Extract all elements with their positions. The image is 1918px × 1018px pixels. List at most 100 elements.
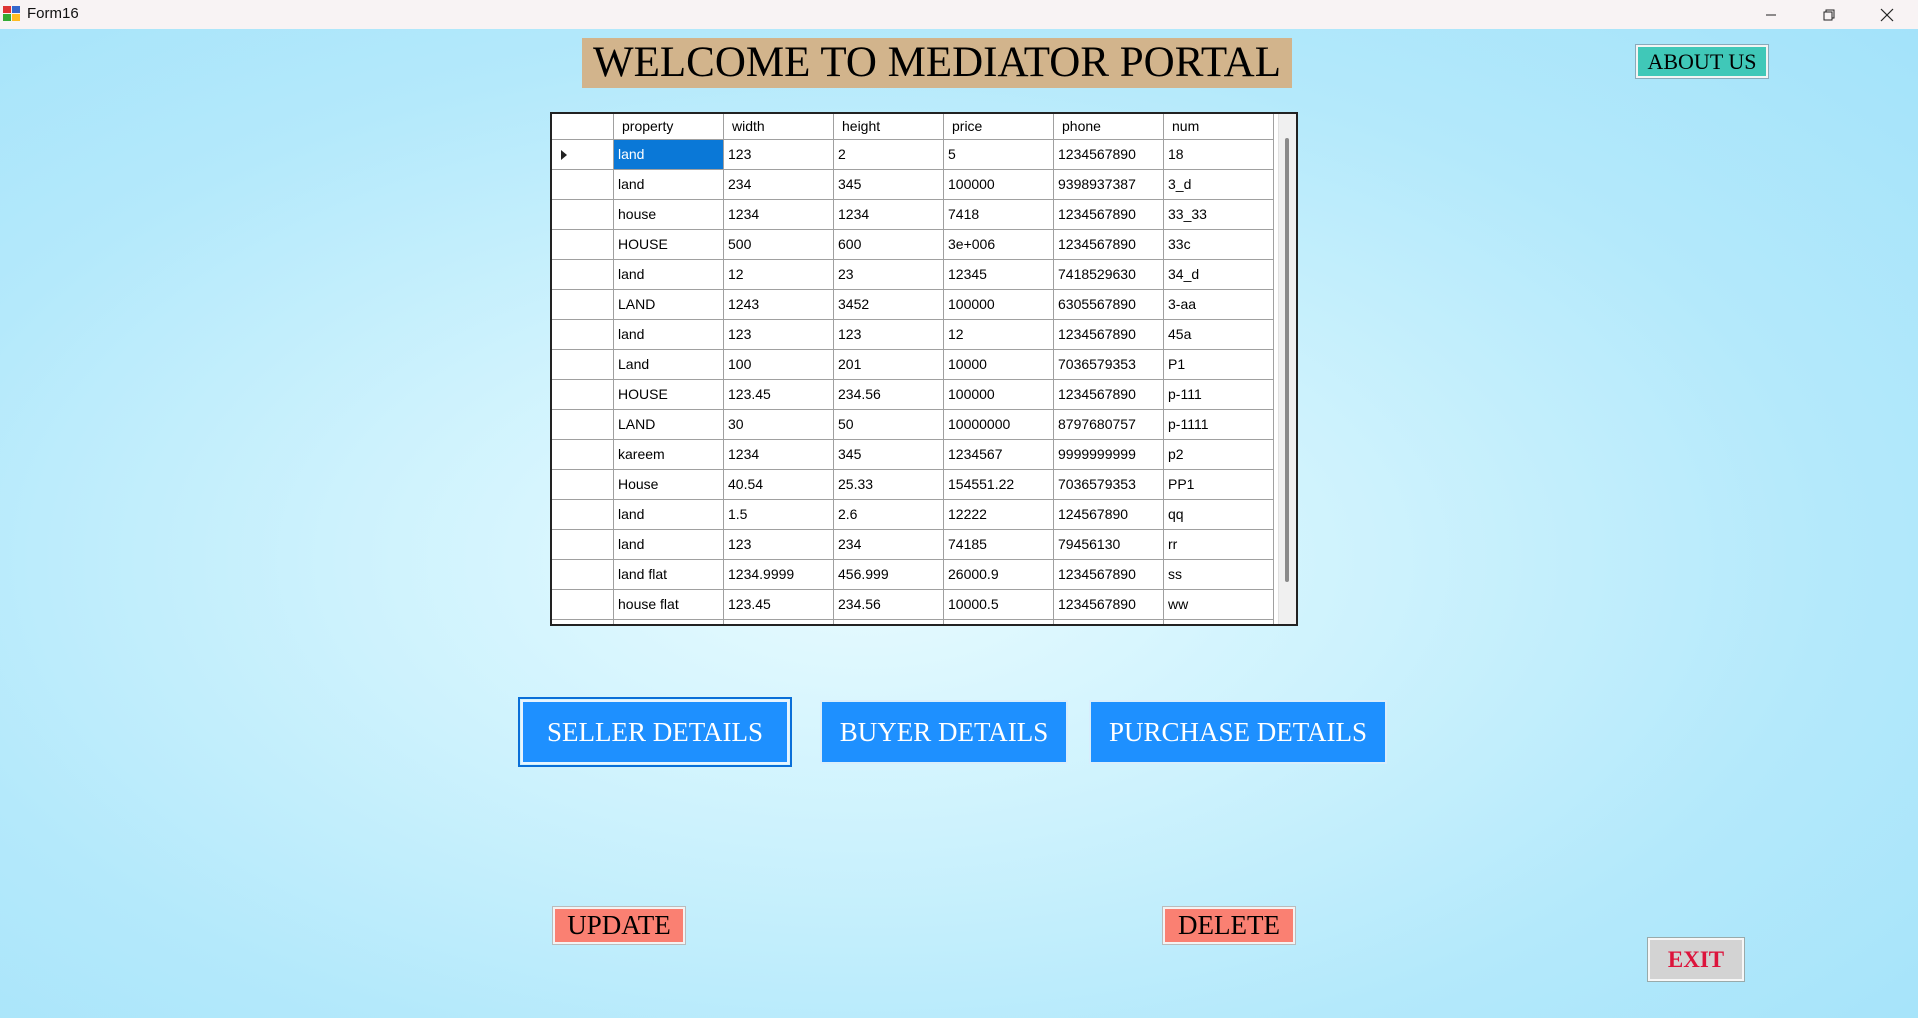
table-cell-phone[interactable]: 1234567890 bbox=[1054, 230, 1164, 260]
row-header[interactable] bbox=[552, 590, 614, 620]
table-cell-width[interactable]: 500 bbox=[724, 230, 834, 260]
table-row[interactable]: land 123 123 12 1234567890 45a bbox=[552, 320, 1278, 350]
table-cell-price[interactable]: 5 bbox=[944, 140, 1054, 170]
table-cell-price[interactable]: 74185 bbox=[944, 530, 1054, 560]
table-cell-height[interactable]: 201 bbox=[834, 350, 944, 380]
table-cell-num[interactable] bbox=[1164, 620, 1274, 624]
table-cell-price[interactable]: 1234567 bbox=[944, 440, 1054, 470]
table-cell-phone[interactable]: 1234567890 bbox=[1054, 380, 1164, 410]
table-cell-num[interactable]: p-111 bbox=[1164, 380, 1274, 410]
table-cell-phone[interactable]: 124567890 bbox=[1054, 500, 1164, 530]
table-cell-price[interactable]: 100000 bbox=[944, 380, 1054, 410]
table-cell-height[interactable]: 234.56 bbox=[834, 380, 944, 410]
table-cell-price[interactable]: 154551.22 bbox=[944, 470, 1054, 500]
row-header[interactable] bbox=[552, 410, 614, 440]
table-cell-property[interactable]: kareem bbox=[614, 440, 724, 470]
table-cell-height[interactable]: 50 bbox=[834, 410, 944, 440]
table-row[interactable]: land 123 234 74185 79456130 rr bbox=[552, 530, 1278, 560]
table-row[interactable]: house flat 123.45 234.56 10000.5 1234567890 w… bbox=[552, 590, 1278, 620]
property-data-grid[interactable]: property width height price phone num la… bbox=[550, 112, 1298, 626]
table-cell-num[interactable]: 3_d bbox=[1164, 170, 1274, 200]
table-cell-num[interactable]: rr bbox=[1164, 530, 1274, 560]
table-cell-property[interactable]: land bbox=[614, 260, 724, 290]
table-cell-height[interactable]: 2 bbox=[834, 140, 944, 170]
table-cell-num[interactable]: 34_d bbox=[1164, 260, 1274, 290]
table-row[interactable]: land 234 345 100000 9398937387 3_d bbox=[552, 170, 1278, 200]
table-cell-width[interactable]: 123 bbox=[724, 320, 834, 350]
table-cell-width[interactable]: 1.5 bbox=[724, 500, 834, 530]
table-cell-width[interactable]: 1234 bbox=[724, 200, 834, 230]
table-row[interactable]: land 12 23 12345 7418529630 34_d bbox=[552, 260, 1278, 290]
table-cell-height[interactable] bbox=[834, 620, 944, 624]
close-button[interactable] bbox=[1858, 0, 1916, 29]
table-cell-num[interactable]: p-1111 bbox=[1164, 410, 1274, 440]
table-cell-phone[interactable]: 1234567890 bbox=[1054, 560, 1164, 590]
table-cell-property[interactable]: land bbox=[614, 170, 724, 200]
column-header-phone[interactable]: phone bbox=[1054, 114, 1164, 140]
grid-vertical-scrollbar[interactable] bbox=[1278, 114, 1296, 624]
table-cell-width[interactable]: 1234 bbox=[724, 440, 834, 470]
table-cell-phone[interactable]: 1234567890 bbox=[1054, 200, 1164, 230]
column-header-num[interactable]: num bbox=[1164, 114, 1274, 140]
table-cell-phone[interactable]: 1234567890 bbox=[1054, 320, 1164, 350]
table-cell-price[interactable] bbox=[944, 620, 1054, 624]
table-cell-num[interactable]: 33_33 bbox=[1164, 200, 1274, 230]
table-cell-height[interactable]: 456.999 bbox=[834, 560, 944, 590]
column-header-height[interactable]: height bbox=[834, 114, 944, 140]
table-cell-width[interactable]: 234 bbox=[724, 170, 834, 200]
table-cell-width[interactable]: 100 bbox=[724, 350, 834, 380]
table-cell-num[interactable]: 45a bbox=[1164, 320, 1274, 350]
table-row[interactable] bbox=[552, 620, 1278, 624]
seller-details-button[interactable]: SELLER DETAILS bbox=[518, 697, 792, 767]
table-cell-property[interactable]: land flat bbox=[614, 560, 724, 590]
row-header[interactable] bbox=[552, 170, 614, 200]
row-header[interactable] bbox=[552, 230, 614, 260]
table-cell-phone[interactable]: 1234567890 bbox=[1054, 140, 1164, 170]
table-cell-property[interactable]: LAND bbox=[614, 290, 724, 320]
table-cell-price[interactable]: 12222 bbox=[944, 500, 1054, 530]
table-cell-height[interactable]: 25.33 bbox=[834, 470, 944, 500]
table-cell-property[interactable]: land bbox=[614, 140, 724, 170]
table-cell-property[interactable]: land bbox=[614, 530, 724, 560]
table-cell-price[interactable]: 100000 bbox=[944, 170, 1054, 200]
table-cell-phone[interactable]: 8797680757 bbox=[1054, 410, 1164, 440]
row-header[interactable] bbox=[552, 350, 614, 380]
update-button[interactable]: UPDATE bbox=[552, 906, 686, 945]
table-cell-height[interactable]: 234.56 bbox=[834, 590, 944, 620]
table-cell-phone[interactable]: 79456130 bbox=[1054, 530, 1164, 560]
table-cell-height[interactable]: 1234 bbox=[834, 200, 944, 230]
table-cell-num[interactable]: PP1 bbox=[1164, 470, 1274, 500]
table-cell-property[interactable]: LAND bbox=[614, 410, 724, 440]
table-cell-property[interactable]: Land bbox=[614, 350, 724, 380]
row-header[interactable] bbox=[552, 260, 614, 290]
row-header[interactable] bbox=[552, 500, 614, 530]
row-header[interactable] bbox=[552, 530, 614, 560]
table-cell-num[interactable]: P1 bbox=[1164, 350, 1274, 380]
table-cell-property[interactable]: HOUSE bbox=[614, 230, 724, 260]
table-cell-phone[interactable]: 7036579353 bbox=[1054, 350, 1164, 380]
table-cell-phone[interactable]: 9398937387 bbox=[1054, 170, 1164, 200]
table-row[interactable]: kareem 1234 345 1234567 9999999999 p2 bbox=[552, 440, 1278, 470]
table-row[interactable]: House 40.54 25.33 154551.22 7036579353 PP1 bbox=[552, 470, 1278, 500]
row-header[interactable] bbox=[552, 560, 614, 590]
table-cell-height[interactable]: 600 bbox=[834, 230, 944, 260]
table-row[interactable]: house 1234 1234 7418 1234567890 33_33 bbox=[552, 200, 1278, 230]
table-row[interactable]: land flat 1234.9999 456.999 26000.9 12345678… bbox=[552, 560, 1278, 590]
table-cell-width[interactable]: 123.45 bbox=[724, 590, 834, 620]
table-cell-phone[interactable]: 7036579353 bbox=[1054, 470, 1164, 500]
table-row[interactable]: HOUSE 123.45 234.56 100000 1234567890 p-111 bbox=[552, 380, 1278, 410]
row-header[interactable] bbox=[552, 140, 614, 170]
buyer-details-button[interactable]: BUYER DETAILS bbox=[820, 700, 1068, 764]
table-row[interactable]: LAND 1243 3452 100000 6305567890 3-aa bbox=[552, 290, 1278, 320]
table-cell-price[interactable]: 10000.5 bbox=[944, 590, 1054, 620]
table-cell-num[interactable]: ss bbox=[1164, 560, 1274, 590]
table-cell-num[interactable]: ww bbox=[1164, 590, 1274, 620]
table-cell-width[interactable]: 123 bbox=[724, 530, 834, 560]
table-cell-width[interactable]: 12 bbox=[724, 260, 834, 290]
table-cell-height[interactable]: 234 bbox=[834, 530, 944, 560]
table-cell-property[interactable]: HOUSE bbox=[614, 380, 724, 410]
row-header[interactable] bbox=[552, 380, 614, 410]
table-cell-property[interactable]: house bbox=[614, 200, 724, 230]
table-cell-price[interactable]: 10000 bbox=[944, 350, 1054, 380]
table-row[interactable]: land 1.5 2.6 12222 124567890 qq bbox=[552, 500, 1278, 530]
